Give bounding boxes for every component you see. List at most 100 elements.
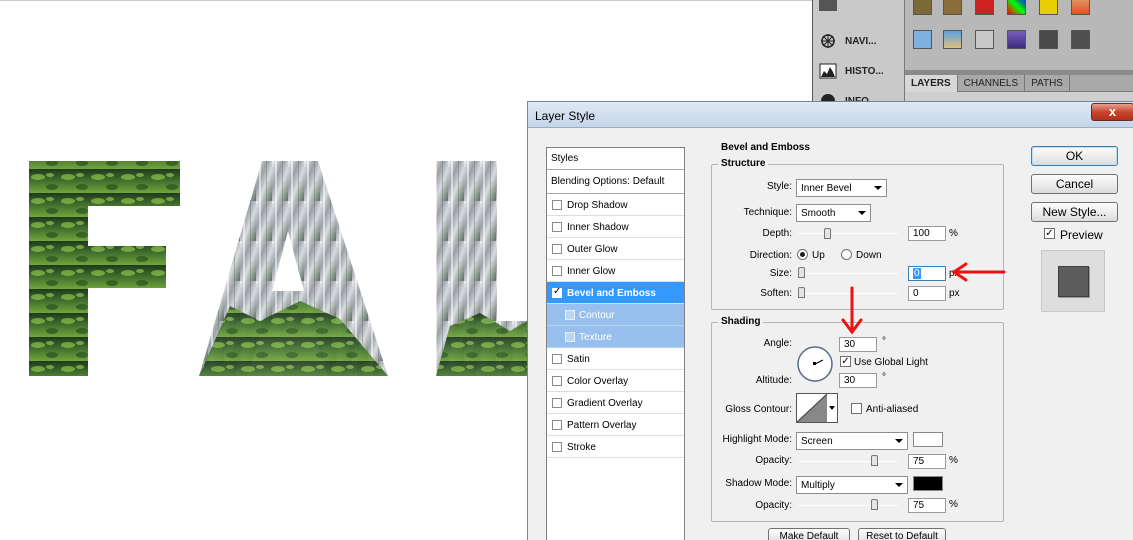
style-item-bevel-emboss[interactable]: ✓ Bevel and Emboss	[547, 282, 684, 304]
style-item-drop-shadow[interactable]: Drop Shadow	[547, 194, 684, 216]
soften-input[interactable]: 0	[908, 286, 946, 301]
angle-dial[interactable]	[796, 345, 834, 383]
direction-up-radio[interactable]	[797, 249, 808, 260]
checkbox[interactable]	[565, 332, 575, 342]
checkbox[interactable]	[552, 354, 562, 364]
chevron-down-icon	[895, 483, 903, 487]
new-style-button[interactable]: New Style...	[1031, 202, 1118, 222]
highlight-mode-label: Highlight Mode:	[722, 434, 792, 445]
layers-panel-tabs: LAYERS CHANNELS PATHS	[905, 75, 1133, 92]
shadow-color-swatch[interactable]	[913, 476, 943, 491]
layer-style-dialog: Layer Style x Styles Blending Options: D…	[527, 101, 1133, 540]
size-slider-thumb[interactable]	[798, 267, 805, 278]
shadow-opacity-input[interactable]: 75	[908, 498, 946, 513]
checkbox[interactable]	[552, 420, 562, 430]
structure-legend: Structure	[718, 158, 769, 169]
style-swatch[interactable]	[1007, 0, 1026, 15]
cancel-button[interactable]: Cancel	[1031, 174, 1118, 194]
shadow-opacity-unit: %	[949, 499, 958, 510]
style-preview	[1041, 250, 1105, 312]
checkbox[interactable]	[552, 398, 562, 408]
style-item-pattern-overlay[interactable]: Pattern Overlay	[547, 414, 684, 436]
styles-swatches	[905, 0, 1133, 70]
tab-channels[interactable]: CHANNELS	[958, 75, 1026, 92]
technique-select[interactable]: Smooth	[796, 204, 871, 222]
section-title: Bevel and Emboss	[721, 142, 810, 153]
angle-unit: °	[882, 336, 886, 347]
style-item-satin[interactable]: Satin	[547, 348, 684, 370]
angle-input[interactable]: 30	[839, 337, 877, 352]
dock-item-partial[interactable]	[819, 0, 903, 16]
checkbox[interactable]	[552, 266, 562, 276]
dock-label: NAVI...	[845, 35, 877, 47]
altitude-input[interactable]: 30	[839, 373, 877, 388]
style-swatch[interactable]	[1039, 30, 1058, 49]
technique-label: Technique:	[743, 207, 792, 218]
style-swatch[interactable]	[1007, 30, 1026, 49]
ok-button[interactable]: OK	[1031, 146, 1118, 166]
shadow-opacity-thumb[interactable]	[871, 499, 878, 510]
style-item-color-overlay[interactable]: Color Overlay	[547, 370, 684, 392]
style-item-texture[interactable]: Texture	[547, 326, 684, 348]
size-label: Size:	[769, 268, 792, 279]
style-item-inner-shadow[interactable]: Inner Shadow	[547, 216, 684, 238]
shadow-opacity-slider[interactable]	[798, 505, 898, 506]
preview-checkbox[interactable]: ✓	[1044, 228, 1055, 239]
size-slider[interactable]	[798, 273, 898, 274]
dialog-titlebar[interactable]: Layer Style x	[528, 102, 1133, 128]
soften-slider-thumb[interactable]	[798, 287, 805, 298]
depth-unit: %	[949, 228, 958, 239]
depth-slider-thumb[interactable]	[824, 228, 831, 239]
style-swatch[interactable]	[1071, 30, 1090, 49]
checkbox[interactable]	[552, 200, 562, 210]
gloss-contour-picker[interactable]	[796, 393, 838, 423]
highlight-color-swatch[interactable]	[913, 432, 943, 447]
direction-down-radio[interactable]	[841, 249, 852, 260]
depth-input[interactable]: 100	[908, 226, 946, 241]
style-swatch[interactable]	[975, 30, 994, 49]
global-light-checkbox[interactable]: ✓	[840, 356, 851, 367]
chevron-down-icon	[895, 439, 903, 443]
style-swatch[interactable]	[1071, 0, 1090, 15]
highlight-mode-select[interactable]: Screen	[796, 432, 908, 450]
checkbox[interactable]	[552, 376, 562, 386]
close-button[interactable]: x	[1091, 103, 1133, 121]
highlight-opacity-slider[interactable]	[798, 461, 898, 462]
style-swatch[interactable]	[943, 0, 962, 15]
dock-item-history[interactable]: HISTO...	[819, 58, 903, 84]
dock-item-navigator[interactable]: NAVI...	[819, 28, 903, 54]
shadow-mode-select[interactable]: Multiply	[796, 476, 908, 494]
reset-default-button[interactable]: Reset to Default	[858, 528, 946, 540]
panel-icon	[819, 0, 837, 11]
blending-options-item[interactable]: Blending Options: Default	[547, 170, 684, 194]
tab-paths[interactable]: PATHS	[1025, 75, 1070, 92]
style-select[interactable]: Inner Bevel	[796, 179, 887, 197]
styles-header[interactable]: Styles	[547, 148, 684, 170]
style-swatch[interactable]	[975, 0, 994, 15]
style-item-gradient-overlay[interactable]: Gradient Overlay	[547, 392, 684, 414]
checkbox[interactable]	[552, 442, 562, 452]
size-input[interactable]: 0	[908, 266, 946, 281]
style-item-stroke[interactable]: Stroke	[547, 436, 684, 458]
tab-layers[interactable]: LAYERS	[905, 75, 958, 92]
style-swatch[interactable]	[943, 30, 962, 49]
style-item-inner-glow[interactable]: Inner Glow	[547, 260, 684, 282]
style-swatch[interactable]	[1039, 0, 1058, 15]
style-item-contour[interactable]: Contour	[547, 304, 684, 326]
contour-curve-icon	[796, 393, 828, 423]
depth-slider[interactable]	[798, 233, 898, 234]
style-item-outer-glow[interactable]: Outer Glow	[547, 238, 684, 260]
style-swatch[interactable]	[913, 0, 932, 15]
highlight-opacity-label: Opacity:	[755, 455, 792, 466]
highlight-opacity-input[interactable]: 75	[908, 454, 946, 469]
make-default-button[interactable]: Make Default	[768, 528, 850, 540]
checkbox[interactable]	[552, 222, 562, 232]
altitude-label: Altitude:	[755, 375, 792, 386]
style-swatch[interactable]	[913, 30, 932, 49]
direction-label: Direction:	[749, 250, 792, 261]
checkbox-checked[interactable]: ✓	[552, 286, 562, 298]
checkbox[interactable]	[552, 244, 562, 254]
anti-aliased-checkbox[interactable]	[851, 403, 862, 414]
highlight-opacity-thumb[interactable]	[871, 455, 878, 466]
checkbox[interactable]	[565, 310, 575, 320]
